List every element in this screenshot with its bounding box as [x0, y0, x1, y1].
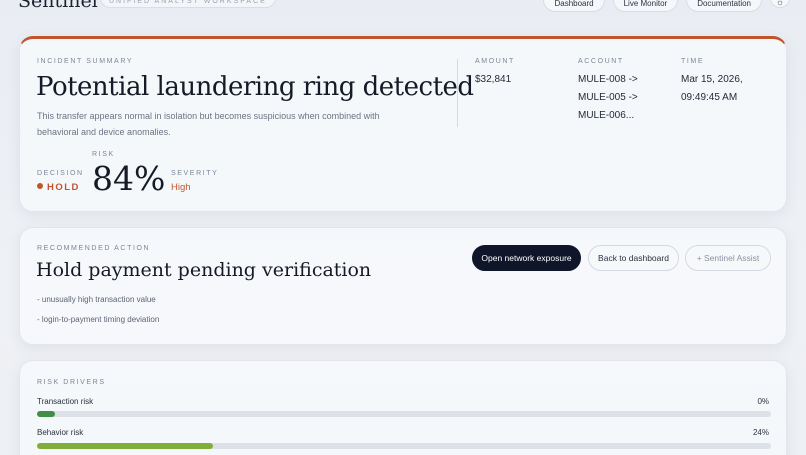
risk-value: 84%: [92, 159, 166, 198]
incident-eyebrow: INCIDENT SUMMARY: [37, 58, 134, 65]
driver-track: [37, 411, 771, 417]
nav-live-monitor[interactable]: Live Monitor: [612, 0, 679, 12]
account-chain: MULE-008 -> MULE-005 -> MULE-006...: [578, 71, 638, 125]
decision-text: HOLD: [47, 182, 80, 193]
account-line: MULE-008 ->: [578, 74, 638, 85]
recommended-title: Hold payment pending verification: [36, 259, 372, 281]
incident-summary-card: INCIDENT SUMMARY Potential laundering ri…: [19, 36, 787, 212]
driver-label: Behavior risk: [37, 428, 84, 437]
drivers-eyebrow: RISK DRIVERS: [37, 379, 106, 386]
severity-value: High: [171, 182, 191, 193]
recommended-eyebrow: RECOMMENDED ACTION: [37, 245, 151, 252]
nav-documentation[interactable]: Documentation: [686, 0, 762, 12]
time-line: Mar 15, 2026,: [681, 74, 743, 85]
top-bar: Sentinel UNIFIED ANALYST WORKSPACE Dashb…: [0, 0, 806, 12]
driver-percent: 0%: [757, 397, 769, 406]
recommended-bullet: - unusually high transaction value: [37, 295, 156, 304]
incident-title: Potential laundering ring detected: [36, 72, 474, 102]
brand-logo[interactable]: Sentinel: [18, 0, 98, 12]
severity-label: SEVERITY: [171, 170, 219, 177]
amount-value: $32,841: [475, 74, 512, 85]
risk-drivers-card: RISK DRIVERS Transaction risk 0% Behavio…: [19, 360, 787, 455]
driver-fill: [37, 443, 214, 449]
workspace-subtitle: UNIFIED ANALYST WORKSPACE: [100, 0, 276, 8]
open-network-exposure-button[interactable]: Open network exposure: [472, 245, 581, 271]
decision-label: DECISION: [37, 170, 84, 177]
recommended-action-card: RECOMMENDED ACTION Hold payment pending …: [19, 227, 787, 345]
incident-description: This transfer appears normal in isolatio…: [37, 111, 380, 137]
recommended-bullet: - login-to-payment timing deviation: [37, 315, 160, 324]
time-label: TIME: [681, 58, 705, 65]
amount-label: AMOUNT: [475, 58, 515, 65]
time-line: 09:49:45 AM: [681, 92, 738, 103]
decision-dot-icon: [37, 183, 43, 189]
nav-dashboard[interactable]: Dashboard: [543, 0, 605, 12]
driver-percent: 24%: [752, 428, 769, 437]
top-nav: Dashboard Live Monitor Documentation ☼: [543, 0, 790, 12]
driver-track: [37, 443, 771, 449]
sun-icon[interactable]: ☼: [770, 0, 790, 8]
decision-value: HOLD: [37, 182, 80, 193]
summary-divider: [457, 59, 458, 127]
sentinel-assist-button[interactable]: + Sentinel Assist: [685, 245, 771, 271]
driver-label: Transaction risk: [37, 397, 94, 406]
time-value: Mar 15, 2026, 09:49:45 AM: [681, 71, 743, 107]
risk-label: RISK: [92, 151, 115, 158]
account-line: MULE-005 ->: [578, 92, 638, 103]
account-label: ACCOUNT: [578, 58, 624, 65]
account-line: MULE-006...: [578, 110, 635, 121]
back-to-dashboard-button[interactable]: Back to dashboard: [588, 245, 679, 271]
driver-fill: [37, 411, 56, 417]
